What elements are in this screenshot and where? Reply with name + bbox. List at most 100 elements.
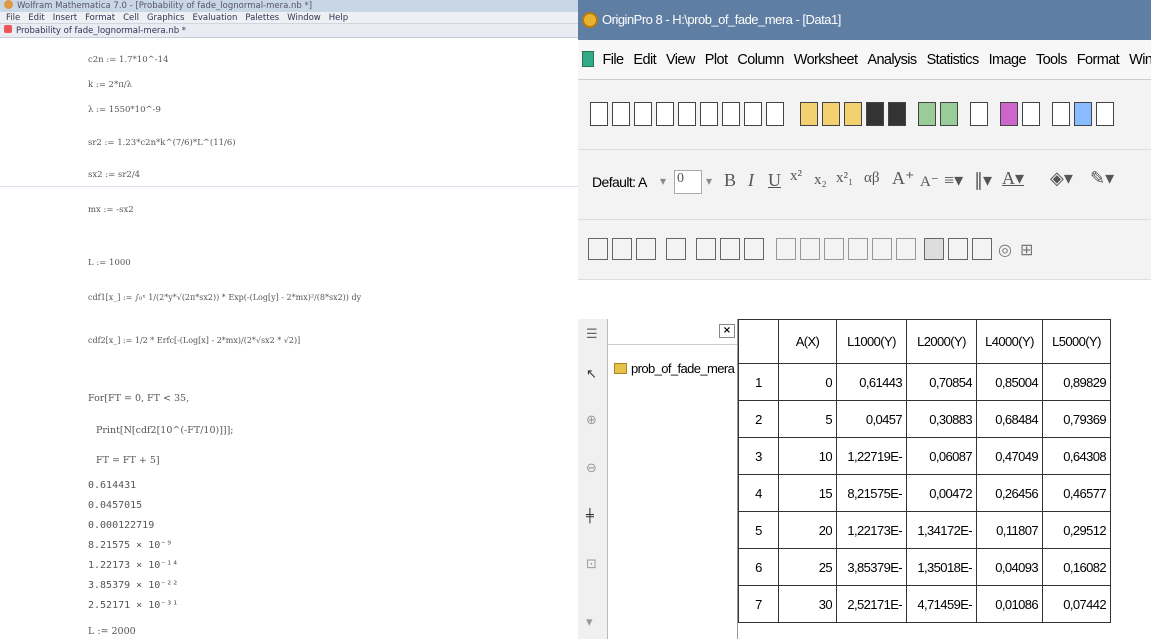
notebook-tab[interactable]: Probability of fade_lognormal-mera.nb *: [0, 24, 578, 38]
refresh-icon[interactable]: [1000, 102, 1018, 126]
column-header[interactable]: L4000(Y): [976, 319, 1043, 364]
menu-tools[interactable]: Tools: [1036, 52, 1067, 68]
pointer-icon[interactable]: ☰: [586, 327, 600, 345]
open-template-icon[interactable]: [822, 102, 840, 126]
menu-graphics[interactable]: Graphics: [147, 13, 185, 23]
corner-cell[interactable]: [738, 319, 779, 364]
frame-all-icon[interactable]: [872, 238, 892, 260]
menu-worksheet[interactable]: Worksheet: [794, 52, 858, 68]
input-cell[interactable]: L := 2000: [88, 626, 136, 637]
table-cell[interactable]: 5: [778, 400, 837, 438]
open-excel-icon[interactable]: [844, 102, 862, 126]
superscript-icon[interactable]: x²: [790, 168, 802, 185]
row-number[interactable]: 2: [738, 400, 779, 438]
table-cell[interactable]: 0,01086: [976, 585, 1043, 623]
row-number[interactable]: 1: [738, 363, 779, 401]
menu-column[interactable]: Column: [737, 52, 784, 68]
table-cell[interactable]: 0,89829: [1042, 363, 1111, 401]
frame-top-icon[interactable]: [824, 238, 844, 260]
menu-view[interactable]: View: [666, 52, 695, 68]
data-reader-icon[interactable]: ╪: [586, 509, 600, 527]
new-graph-icon[interactable]: [678, 102, 696, 126]
table-cell[interactable]: 8,21575E-: [836, 474, 907, 512]
new-excel-icon[interactable]: [656, 102, 674, 126]
menu-window[interactable]: Wind: [1129, 52, 1151, 68]
row-number[interactable]: 5: [738, 511, 779, 549]
table-cell[interactable]: 0,07442: [1042, 585, 1111, 623]
delete-column-icon[interactable]: [744, 238, 764, 260]
menu-format[interactable]: Format: [1077, 52, 1120, 68]
save-template-icon[interactable]: [888, 102, 906, 126]
frame-grid-icon[interactable]: [896, 238, 916, 260]
menu-help[interactable]: Help: [329, 13, 348, 23]
column-header[interactable]: A(X): [778, 319, 837, 364]
new-worksheet-icon[interactable]: [634, 102, 652, 126]
table-cell[interactable]: 10: [778, 437, 837, 475]
italic-icon[interactable]: I: [748, 170, 754, 191]
print-icon[interactable]: [970, 102, 988, 126]
input-cell[interactable]: For[FT = 0, FT < 35,: [88, 393, 189, 404]
column-values-icon[interactable]: [636, 238, 656, 260]
circle-icon[interactable]: ◎: [998, 240, 1012, 259]
menu-edit[interactable]: Edit: [633, 52, 656, 68]
table-cell[interactable]: 0,30883: [906, 400, 977, 438]
underline-icon[interactable]: U: [768, 170, 781, 191]
menu-format[interactable]: Format: [85, 13, 115, 23]
border-icon[interactable]: ∥▾: [974, 170, 992, 191]
new-project-icon[interactable]: [590, 102, 608, 126]
new-layout-icon[interactable]: [744, 102, 762, 126]
font-box[interactable]: Default: A: [592, 174, 647, 190]
font-color-icon[interactable]: A▾: [1002, 168, 1024, 189]
table-cell[interactable]: 1,22719E-: [836, 437, 907, 475]
frame-left-icon[interactable]: [776, 238, 796, 260]
set-column-icon[interactable]: [612, 238, 632, 260]
code-builder-icon[interactable]: [1052, 102, 1070, 126]
table-cell[interactable]: 0,0457: [836, 400, 907, 438]
font-dropdown-icon[interactable]: ▾: [660, 174, 666, 189]
new-folder-icon[interactable]: [612, 102, 630, 126]
table-cell[interactable]: 15: [778, 474, 837, 512]
menu-edit[interactable]: Edit: [28, 13, 44, 23]
sort-icon[interactable]: [666, 238, 686, 260]
greek-icon[interactable]: αβ: [864, 170, 880, 187]
input-cell[interactable]: Print[N[cdf2[10^(-FT/10)]]];: [96, 425, 234, 436]
close-icon[interactable]: ×: [719, 324, 735, 338]
import-multiple-icon[interactable]: [940, 102, 958, 126]
menu-cell[interactable]: Cell: [123, 13, 139, 23]
menu-palettes[interactable]: Palettes: [245, 13, 279, 23]
table-cell[interactable]: 0: [778, 363, 837, 401]
menu-window[interactable]: Window: [287, 13, 321, 23]
input-cell[interactable]: cdf1[x_] := ∫₀ˣ 1/(2*y*√(2π*sx2)) * Exp(…: [88, 293, 361, 302]
menu-insert[interactable]: Insert: [53, 13, 77, 23]
frame-right-icon[interactable]: [848, 238, 868, 260]
screen-reader-icon[interactable]: ⊡: [586, 557, 600, 575]
menu-statistics[interactable]: Statistics: [927, 52, 980, 68]
table-cell[interactable]: 1,22173E-: [836, 511, 907, 549]
table-cell[interactable]: 4,71459E-: [906, 585, 977, 623]
row-number[interactable]: 4: [738, 474, 779, 512]
new-function-icon[interactable]: [722, 102, 740, 126]
table-cell[interactable]: 0,16082: [1042, 548, 1111, 586]
column-header[interactable]: L2000(Y): [906, 319, 977, 364]
layout-icon[interactable]: [924, 238, 944, 260]
split-icon[interactable]: [972, 238, 992, 260]
import-single-icon[interactable]: [918, 102, 936, 126]
table-cell[interactable]: 0,68484: [976, 400, 1043, 438]
input-cell[interactable]: L := 1000: [88, 258, 131, 268]
table-cell[interactable]: 0,64308: [1042, 437, 1111, 475]
new-notes-icon[interactable]: [766, 102, 784, 126]
import-wizard-icon[interactable]: [588, 238, 608, 260]
column-header[interactable]: L1000(Y): [836, 319, 907, 364]
frame-bottom-icon[interactable]: [800, 238, 820, 260]
zoom-out-icon[interactable]: ⊖: [586, 461, 600, 479]
table-cell[interactable]: 3,85379E-: [836, 548, 907, 586]
table-cell[interactable]: 0,29512: [1042, 511, 1111, 549]
menu-file[interactable]: File: [6, 13, 20, 23]
add-column-icon[interactable]: [696, 238, 716, 260]
table-cell[interactable]: 0,85004: [976, 363, 1043, 401]
table-cell[interactable]: 0,26456: [976, 474, 1043, 512]
input-cell[interactable]: mx := -sx2: [88, 205, 134, 215]
row-number[interactable]: 7: [738, 585, 779, 623]
table-cell[interactable]: 0,61443: [836, 363, 907, 401]
menu-file[interactable]: File: [602, 52, 624, 68]
